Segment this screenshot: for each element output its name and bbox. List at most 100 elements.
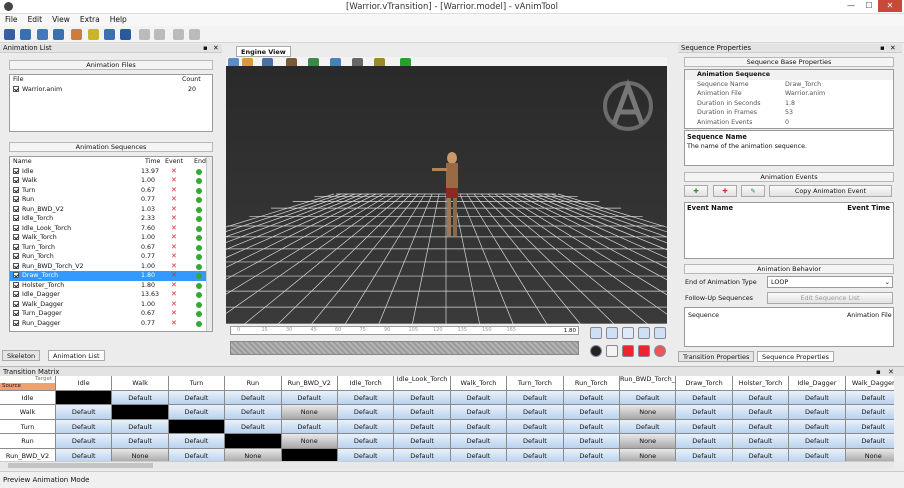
matrix-cell[interactable]: Default	[676, 434, 733, 449]
property-row[interactable]: Sequence Name Draw_Torch	[685, 80, 893, 90]
close-button[interactable]: ✕	[878, 0, 902, 12]
tab-engine-view[interactable]: Engine View	[236, 46, 291, 57]
add-event-button[interactable]: ✚	[684, 185, 708, 197]
tab-transition-properties[interactable]: Transition Properties	[678, 351, 755, 362]
matrix-cell[interactable]: Default	[225, 390, 282, 405]
matrix-column-header[interactable]: Turn_Torch	[507, 376, 564, 391]
checkbox[interactable]	[13, 177, 19, 183]
menu-extra[interactable]: Extra	[75, 14, 105, 26]
matrix-cell[interactable]: Default	[732, 405, 790, 420]
sequence-row[interactable]: Run_Dagger 0.77 ✕	[10, 319, 212, 329]
sequence-row[interactable]: Walk 1.00 ✕	[10, 176, 212, 186]
matrix-cell[interactable]: Default	[394, 419, 451, 434]
save-icon[interactable]	[53, 29, 64, 40]
matrix-cell[interactable]: Default	[112, 390, 169, 405]
matrix-row-header[interactable]: Walk	[0, 405, 56, 420]
save-all-icon[interactable]	[120, 29, 131, 40]
matrix-scrollbar[interactable]	[894, 376, 904, 461]
matrix-cell[interactable]: Default	[563, 419, 620, 434]
matrix-cell[interactable]: Default	[112, 419, 169, 434]
loop-icon[interactable]	[622, 345, 634, 357]
matrix-cell[interactable]: Default	[56, 448, 113, 461]
matrix-column-header[interactable]: Walk_Torch	[450, 376, 508, 391]
matrix-cell[interactable]: Default	[168, 448, 226, 461]
matrix-column-header[interactable]: Idle_Dagger	[789, 376, 846, 391]
matrix-cell[interactable]: Default	[507, 434, 564, 449]
sequence-row[interactable]: Idle 13.97 ✕	[10, 167, 212, 177]
matrix-cell[interactable]: Default	[620, 390, 677, 405]
matrix-column-header[interactable]: Walk_Dagger	[845, 376, 894, 391]
matrix-cell[interactable]: Default	[281, 419, 338, 434]
pin-icon[interactable]: ▪	[880, 44, 885, 53]
matrix-cell[interactable]: Default	[789, 390, 846, 405]
matrix-cell[interactable]	[112, 405, 169, 420]
matrix-column-header[interactable]: Idle_Look_Torch	[394, 376, 451, 391]
matrix-cell[interactable]: None	[225, 448, 282, 461]
matrix-cell[interactable]: Default	[563, 405, 620, 420]
close-icon[interactable]: ✕	[888, 368, 894, 376]
matrix-cell[interactable]	[168, 419, 226, 434]
matrix-cell[interactable]: Default	[676, 448, 733, 461]
matrix-cell[interactable]: None	[112, 448, 169, 461]
matrix-cell[interactable]: Default	[112, 434, 169, 449]
record-icon[interactable]	[590, 345, 602, 357]
matrix-hscrollbar[interactable]	[0, 461, 894, 469]
matrix-cell[interactable]: Default	[507, 405, 564, 420]
sequence-row[interactable]: Walk_Dagger 1.00 ✕	[10, 300, 212, 310]
matrix-cell[interactable]: Default	[338, 405, 395, 420]
menu-help[interactable]: Help	[105, 14, 132, 26]
sequence-row[interactable]: Walk_Torch 1.00 ✕	[10, 233, 212, 243]
matrix-column-header[interactable]: Holster_Torch	[732, 376, 790, 391]
matrix-cell[interactable]: Default	[168, 405, 226, 420]
checkbox[interactable]	[13, 205, 19, 212]
tab-skeleton[interactable]: Skeleton	[2, 350, 41, 361]
matrix-cell[interactable]: Default	[394, 390, 451, 405]
checkbox[interactable]	[13, 310, 19, 316]
minimize-button[interactable]: —	[842, 0, 860, 12]
matrix-cell[interactable]: Default	[56, 434, 113, 449]
matrix-cell[interactable]: Default	[394, 434, 451, 449]
matrix-cell[interactable]: Default	[620, 419, 677, 434]
tab-animation-list[interactable]: Animation List	[48, 350, 105, 361]
checkbox[interactable]	[13, 300, 19, 307]
stop-icon[interactable]	[606, 345, 618, 357]
step-forward-icon[interactable]	[638, 327, 650, 339]
matrix-cell[interactable]: Default	[732, 419, 790, 434]
matrix-cell[interactable]: Default	[338, 390, 395, 405]
file-row[interactable]: Warrior.anim 20	[10, 85, 212, 95]
matrix-cell[interactable]	[56, 390, 113, 405]
sequence-row[interactable]: Run_Torch 0.77 ✕	[10, 252, 212, 262]
close-icon[interactable]: ✕	[213, 44, 219, 53]
sequence-row[interactable]: Run 0.77 ✕	[10, 195, 212, 205]
checkbox[interactable]	[13, 85, 19, 92]
matrix-column-header[interactable]: Run_Torch	[563, 376, 620, 391]
scrollbar[interactable]	[206, 157, 212, 331]
redo-icon[interactable]	[154, 29, 165, 40]
property-row[interactable]: Animation File Warrior.anim	[685, 89, 893, 99]
checkbox[interactable]	[13, 167, 19, 174]
remove-event-icon[interactable]	[638, 345, 650, 357]
checkbox[interactable]	[13, 196, 19, 202]
matrix-cell[interactable]: Default	[845, 419, 894, 434]
add-animation-icon[interactable]	[71, 29, 82, 40]
matrix-row-header[interactable]: Idle	[0, 390, 56, 405]
matrix-cell[interactable]: Default	[225, 419, 282, 434]
checkbox[interactable]	[13, 234, 19, 240]
menu-view[interactable]: View	[47, 14, 75, 26]
undo-icon[interactable]	[139, 29, 150, 40]
close-icon[interactable]: ✕	[890, 44, 896, 53]
matrix-cell[interactable]	[281, 448, 338, 461]
matrix-cell[interactable]: Default	[732, 434, 790, 449]
checkbox[interactable]	[13, 253, 19, 259]
matrix-column-header[interactable]: Turn	[168, 376, 226, 391]
matrix-cell[interactable]: Default	[732, 448, 790, 461]
matrix-column-header[interactable]: Idle	[56, 376, 113, 391]
sequence-row[interactable]: Draw_Torch 1.80 ✕	[10, 271, 212, 281]
end-type-select[interactable]: LOOP ⌄	[767, 276, 893, 288]
maximize-button[interactable]: ☐	[860, 0, 878, 12]
matrix-cell[interactable]: Default	[845, 434, 894, 449]
property-row[interactable]: Duration in Frames 53	[685, 108, 893, 118]
matrix-cell[interactable]: Default	[507, 390, 564, 405]
checkbox[interactable]	[13, 291, 19, 297]
matrix-cell[interactable]	[225, 434, 282, 449]
